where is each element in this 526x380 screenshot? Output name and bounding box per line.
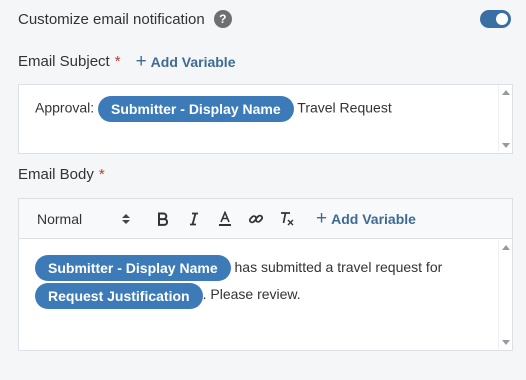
plus-icon: + bbox=[135, 51, 147, 72]
email-body-editor: Normal + Add Variable Submitter - Displa… bbox=[18, 198, 513, 351]
body-toolbar: Normal + Add Variable bbox=[19, 199, 512, 239]
email-subject-label-row: Email Subject * + Add Variable bbox=[18, 52, 235, 71]
help-icon[interactable]: ? bbox=[213, 10, 232, 28]
email-body-label-row: Email Body * bbox=[18, 166, 105, 183]
italic-icon[interactable] bbox=[178, 212, 209, 226]
subject-content: Approval: Submitter - Display Name Trave… bbox=[35, 96, 392, 122]
toggle-knob bbox=[496, 13, 508, 25]
subject-add-variable-button[interactable]: + Add Variable bbox=[136, 52, 236, 71]
body-add-variable-button[interactable]: + Add Variable bbox=[316, 209, 416, 228]
body-text-2: . Please review. bbox=[202, 286, 301, 303]
scroll-up-icon[interactable] bbox=[502, 90, 510, 95]
link-icon[interactable] bbox=[240, 211, 271, 227]
body-content: Submitter - Display Name has submitted a… bbox=[35, 254, 442, 309]
customize-notification-label: Customize email notification bbox=[18, 10, 205, 28]
subject-text-after: Travel Request bbox=[293, 99, 392, 116]
email-subject-editor[interactable]: Approval: Submitter - Display Name Trave… bbox=[18, 84, 513, 154]
variable-chip[interactable]: Submitter - Display Name bbox=[35, 255, 231, 282]
email-body-label: Email Body bbox=[18, 166, 94, 183]
scroll-up-icon[interactable] bbox=[502, 245, 510, 250]
scroll-down-icon[interactable] bbox=[502, 340, 510, 345]
customize-notification-row: Customize email notification ? bbox=[18, 8, 512, 30]
subject-scrollbar[interactable] bbox=[498, 85, 512, 153]
scroll-down-icon[interactable] bbox=[502, 143, 510, 148]
required-mark: * bbox=[114, 53, 121, 70]
variable-chip[interactable]: Submitter - Display Name bbox=[98, 96, 294, 122]
body-line-2: Request Justification. Please review. bbox=[35, 281, 442, 309]
variable-chip[interactable]: Request Justification bbox=[35, 282, 203, 309]
customize-notification-toggle[interactable] bbox=[480, 10, 511, 28]
body-scrollbar[interactable] bbox=[498, 240, 512, 350]
body-text-1: has submitted a travel request for bbox=[230, 259, 443, 275]
required-mark: * bbox=[98, 166, 105, 183]
plus-icon: + bbox=[316, 208, 328, 229]
add-variable-label: Add Variable bbox=[331, 210, 416, 227]
body-line-1: Submitter - Display Name has submitted a… bbox=[35, 254, 443, 282]
add-variable-label: Add Variable bbox=[150, 53, 236, 70]
text-color-icon[interactable] bbox=[209, 210, 240, 227]
bold-icon[interactable] bbox=[147, 212, 178, 226]
format-select-arrows-icon[interactable] bbox=[121, 213, 131, 224]
format-select[interactable]: Normal bbox=[37, 211, 121, 227]
clear-format-icon[interactable] bbox=[271, 211, 302, 227]
subject-text-before: Approval: bbox=[35, 99, 99, 116]
email-subject-label: Email Subject bbox=[18, 53, 110, 70]
